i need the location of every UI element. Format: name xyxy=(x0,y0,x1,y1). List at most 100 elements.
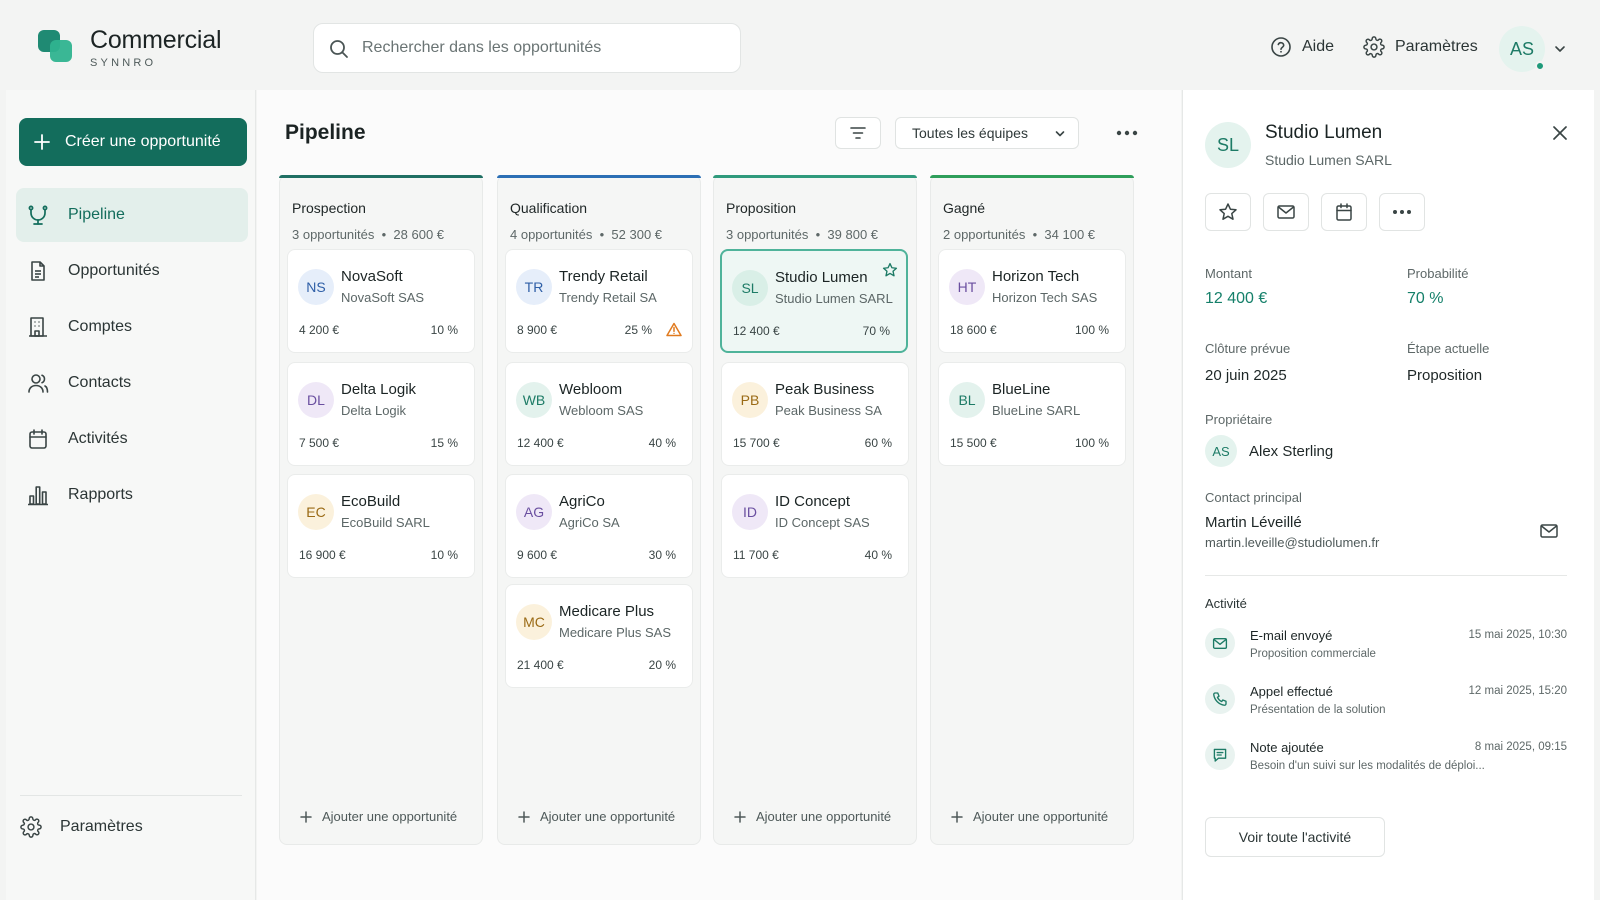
column-color-bar xyxy=(713,175,917,178)
activity-title-text: E-mail envoyé xyxy=(1250,628,1333,643)
card-name: Medicare Plus xyxy=(559,603,655,620)
detail-company: Studio Lumen SARL xyxy=(1265,152,1392,168)
mail-icon[interactable] xyxy=(1539,523,1559,539)
card-amount: 9 600 € xyxy=(517,548,558,562)
view-all-activity-button[interactable]: Voir toute l'activité xyxy=(1205,817,1385,857)
plus-icon xyxy=(33,133,51,151)
search-input[interactable] xyxy=(362,24,732,72)
card-company: Medicare Plus SAS xyxy=(559,625,671,640)
brand-name: Commercial xyxy=(90,26,222,54)
card-amount: 15 500 € xyxy=(950,436,997,450)
more-options-button[interactable] xyxy=(1107,117,1147,149)
activity-item[interactable]: Appel effectué Présentation de la soluti… xyxy=(1205,684,1567,734)
search-box xyxy=(313,23,741,73)
chevron-down-icon[interactable] xyxy=(1553,42,1567,56)
card-company: Horizon Tech SAS xyxy=(992,290,1098,305)
add-opportunity-label: Ajouter une opportunité xyxy=(756,809,892,824)
sidebar-item-opportunities[interactable]: Opportunités xyxy=(16,244,248,298)
activity-description: Présentation de la solution xyxy=(1250,704,1386,716)
opportunity-card[interactable]: MC Medicare Plus Medicare Plus SAS 21 400 €… xyxy=(505,584,693,688)
opportunity-card[interactable]: EC EcoBuild EcoBuild SARL 16 900 € 10 % xyxy=(287,474,475,578)
add-opportunity-button[interactable]: Ajouter une opportunité xyxy=(951,809,1108,824)
card-company: BlueLine SARL xyxy=(992,403,1081,418)
card-name: Studio Lumen xyxy=(775,269,868,286)
star-icon[interactable] xyxy=(882,262,898,278)
close-icon[interactable] xyxy=(1551,124,1569,142)
document-icon xyxy=(26,259,50,283)
contact-email[interactable]: martin.leveille@studiolumen.fr xyxy=(1205,535,1379,550)
column-summary: 3 opportunités • 28 600 € xyxy=(292,227,445,242)
user-avatar[interactable]: AS xyxy=(1499,26,1545,72)
company-avatar: BL xyxy=(949,382,985,418)
settings-link[interactable]: Paramètres xyxy=(1363,36,1478,58)
activity-item[interactable]: Note ajoutée Besoin d'un suivi sur les m… xyxy=(1205,740,1567,790)
column-color-bar xyxy=(930,175,1134,178)
owner-name[interactable]: Alex Sterling xyxy=(1249,443,1333,460)
pipeline-main: Pipeline Toutes les équipes Prospection 3… xyxy=(257,90,1181,900)
team-filter-value: Toutes les équipes xyxy=(912,125,1028,141)
column-total: 34 100 € xyxy=(1044,227,1096,242)
opportunity-card[interactable]: PB Peak Business Peak Business SA 15 700 € 6… xyxy=(721,362,909,466)
add-opportunity-button[interactable]: Ajouter une opportunité xyxy=(518,809,675,824)
phone-icon xyxy=(1205,684,1235,714)
create-opportunity-button[interactable]: Créer une opportunité xyxy=(19,118,247,166)
schedule-button[interactable] xyxy=(1321,193,1367,231)
card-amount: 12 400 € xyxy=(517,436,564,450)
sidebar-item-settings[interactable]: Paramètres xyxy=(20,816,143,838)
mail-icon xyxy=(1276,204,1296,220)
add-opportunity-button[interactable]: Ajouter une opportunité xyxy=(300,809,457,824)
search-icon xyxy=(329,39,349,59)
sidebar-item-contacts[interactable]: Contacts xyxy=(16,356,248,410)
add-opportunity-button[interactable]: Ajouter une opportunité xyxy=(734,809,891,824)
card-amount: 4 200 € xyxy=(299,323,340,337)
opportunity-detail-panel: SL Studio Lumen Studio Lumen SARL Montan… xyxy=(1182,90,1594,900)
opportunity-card[interactable]: TR Trendy Retail Trendy Retail SA 8 900 € 25… xyxy=(505,249,693,353)
sidebar-item-label: Pipeline xyxy=(68,206,125,223)
opportunity-card[interactable]: SL Studio Lumen Studio Lumen SARL 12 400 € 7… xyxy=(720,249,908,353)
team-filter-select[interactable]: Toutes les équipes xyxy=(895,117,1079,149)
column-title: Qualification xyxy=(510,200,588,216)
more-horizontal-icon xyxy=(1116,130,1138,136)
sidebar-item-accounts[interactable]: Comptes xyxy=(16,300,248,354)
page-title: Pipeline xyxy=(285,121,366,144)
sidebar-item-label: Comptes xyxy=(68,318,133,335)
more-actions-button[interactable] xyxy=(1379,193,1425,231)
activity-item[interactable]: E-mail envoyé Proposition commerciale 15… xyxy=(1205,628,1567,678)
card-company: Trendy Retail SA xyxy=(559,290,657,305)
add-opportunity-label: Ajouter une opportunité xyxy=(540,809,676,824)
add-opportunity-label: Ajouter une opportunité xyxy=(973,809,1109,824)
card-probability: 15 % xyxy=(430,436,458,450)
help-link[interactable]: Aide xyxy=(1270,36,1334,58)
column-count: 2 opportunités xyxy=(943,227,1026,242)
column-count: 3 opportunités xyxy=(726,227,809,242)
company-avatar: MC xyxy=(516,604,552,640)
create-opportunity-label: Créer une opportunité xyxy=(65,133,221,150)
opportunity-card[interactable]: HT Horizon Tech Horizon Tech SAS 18 600 € 10… xyxy=(938,249,1126,353)
opportunity-card[interactable]: BL BlueLine BlueLine SARL 15 500 € 100 % xyxy=(938,362,1126,466)
pipeline-column-proposition: Proposition 3 opportunités • 39 800 € Ajou… xyxy=(713,175,917,845)
card-name: Trendy Retail xyxy=(559,268,648,285)
column-total: 52 300 € xyxy=(611,227,663,242)
filter-button[interactable] xyxy=(835,117,881,149)
email-button[interactable] xyxy=(1263,193,1309,231)
bar-chart-icon xyxy=(26,483,50,507)
opportunity-card[interactable]: DL Delta Logik Delta Logik 7 500 € 15 % xyxy=(287,362,475,466)
more-horizontal-icon xyxy=(1392,209,1412,215)
activity-title: Activité xyxy=(1205,596,1247,611)
card-probability: 10 % xyxy=(430,548,458,562)
sidebar-item-activities[interactable]: Activités xyxy=(16,412,248,466)
card-probability: 20 % xyxy=(648,658,676,672)
star-button[interactable] xyxy=(1205,193,1251,231)
sidebar-item-label: Opportunités xyxy=(68,262,160,279)
card-company: NovaSoft SAS xyxy=(341,290,425,305)
opportunity-card[interactable]: NS NovaSoft NovaSoft SAS 4 200 € 10 % xyxy=(287,249,475,353)
sidebar-item-pipeline[interactable]: Pipeline xyxy=(16,188,248,242)
column-total: 28 600 € xyxy=(393,227,445,242)
opportunity-card[interactable]: AG AgriCo AgriCo SA 9 600 € 30 % xyxy=(505,474,693,578)
card-probability: 30 % xyxy=(648,548,676,562)
contact-name[interactable]: Martin Léveillé xyxy=(1205,514,1302,531)
opportunity-card[interactable]: ID ID Concept ID Concept SAS 11 700 € 40 % xyxy=(721,474,909,578)
card-name: Delta Logik xyxy=(341,381,417,398)
sidebar-item-reports[interactable]: Rapports xyxy=(16,468,248,522)
opportunity-card[interactable]: WB Webloom Webloom SAS 12 400 € 40 % xyxy=(505,362,693,466)
